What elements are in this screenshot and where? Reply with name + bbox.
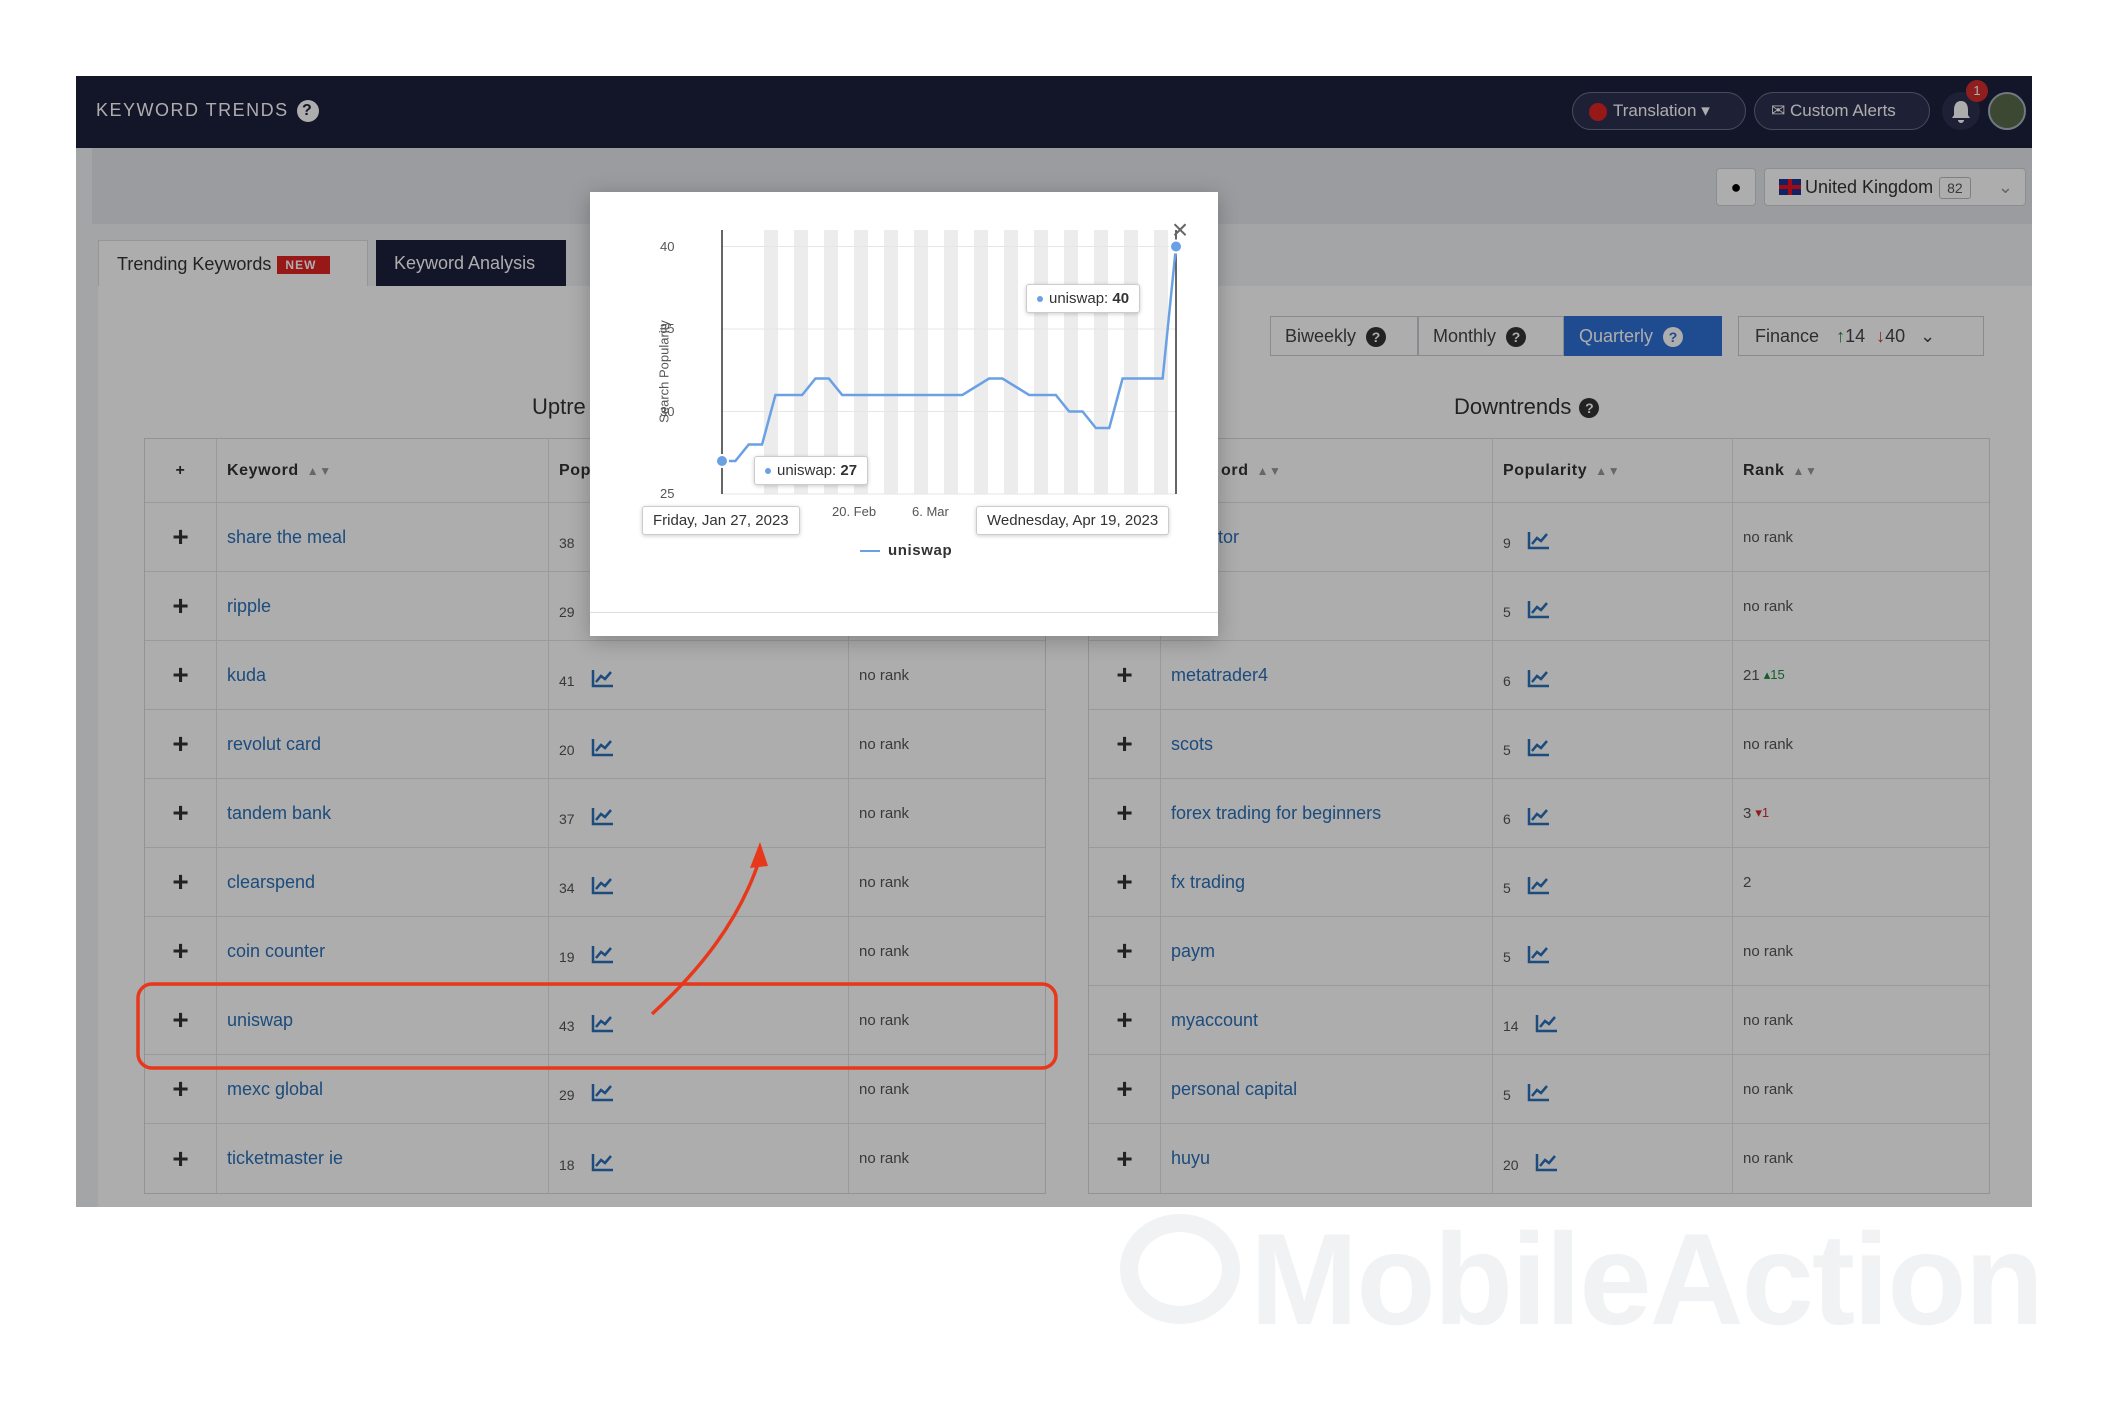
close-icon[interactable]: ×	[1166, 216, 1194, 244]
tooltip-start: uniswap: 27	[754, 456, 869, 485]
chart-legend[interactable]: uniswap	[860, 542, 952, 559]
date-label-start: Friday, Jan 27, 2023	[642, 506, 800, 535]
tooltip-end: uniswap: 40	[1026, 284, 1141, 313]
watermark-logo-icon	[1120, 1214, 1240, 1324]
tooltip-series: uniswap	[1049, 290, 1105, 307]
watermark: MobileAction	[1250, 1204, 2044, 1354]
y-axis-label: Search Popularity	[656, 320, 672, 423]
tooltip-value: 27	[840, 462, 858, 479]
y-tick: 25	[660, 486, 675, 501]
x-tick: 6. Mar	[912, 504, 949, 519]
modal-divider	[590, 612, 1218, 613]
date-label-end: Wednesday, Apr 19, 2023	[976, 506, 1170, 535]
trend-chart-modal	[590, 192, 1218, 636]
tooltip-value: 40	[1112, 290, 1130, 307]
x-tick: 20. Feb	[832, 504, 877, 519]
dot-icon	[1037, 296, 1043, 303]
dot-icon	[765, 468, 771, 475]
y-tick: 40	[660, 238, 675, 254]
watermark-text: MobileAction	[1250, 1206, 2044, 1352]
tooltip-series: uniswap	[777, 462, 833, 479]
legend-label: uniswap	[888, 542, 953, 559]
legend-line-icon	[860, 550, 880, 553]
